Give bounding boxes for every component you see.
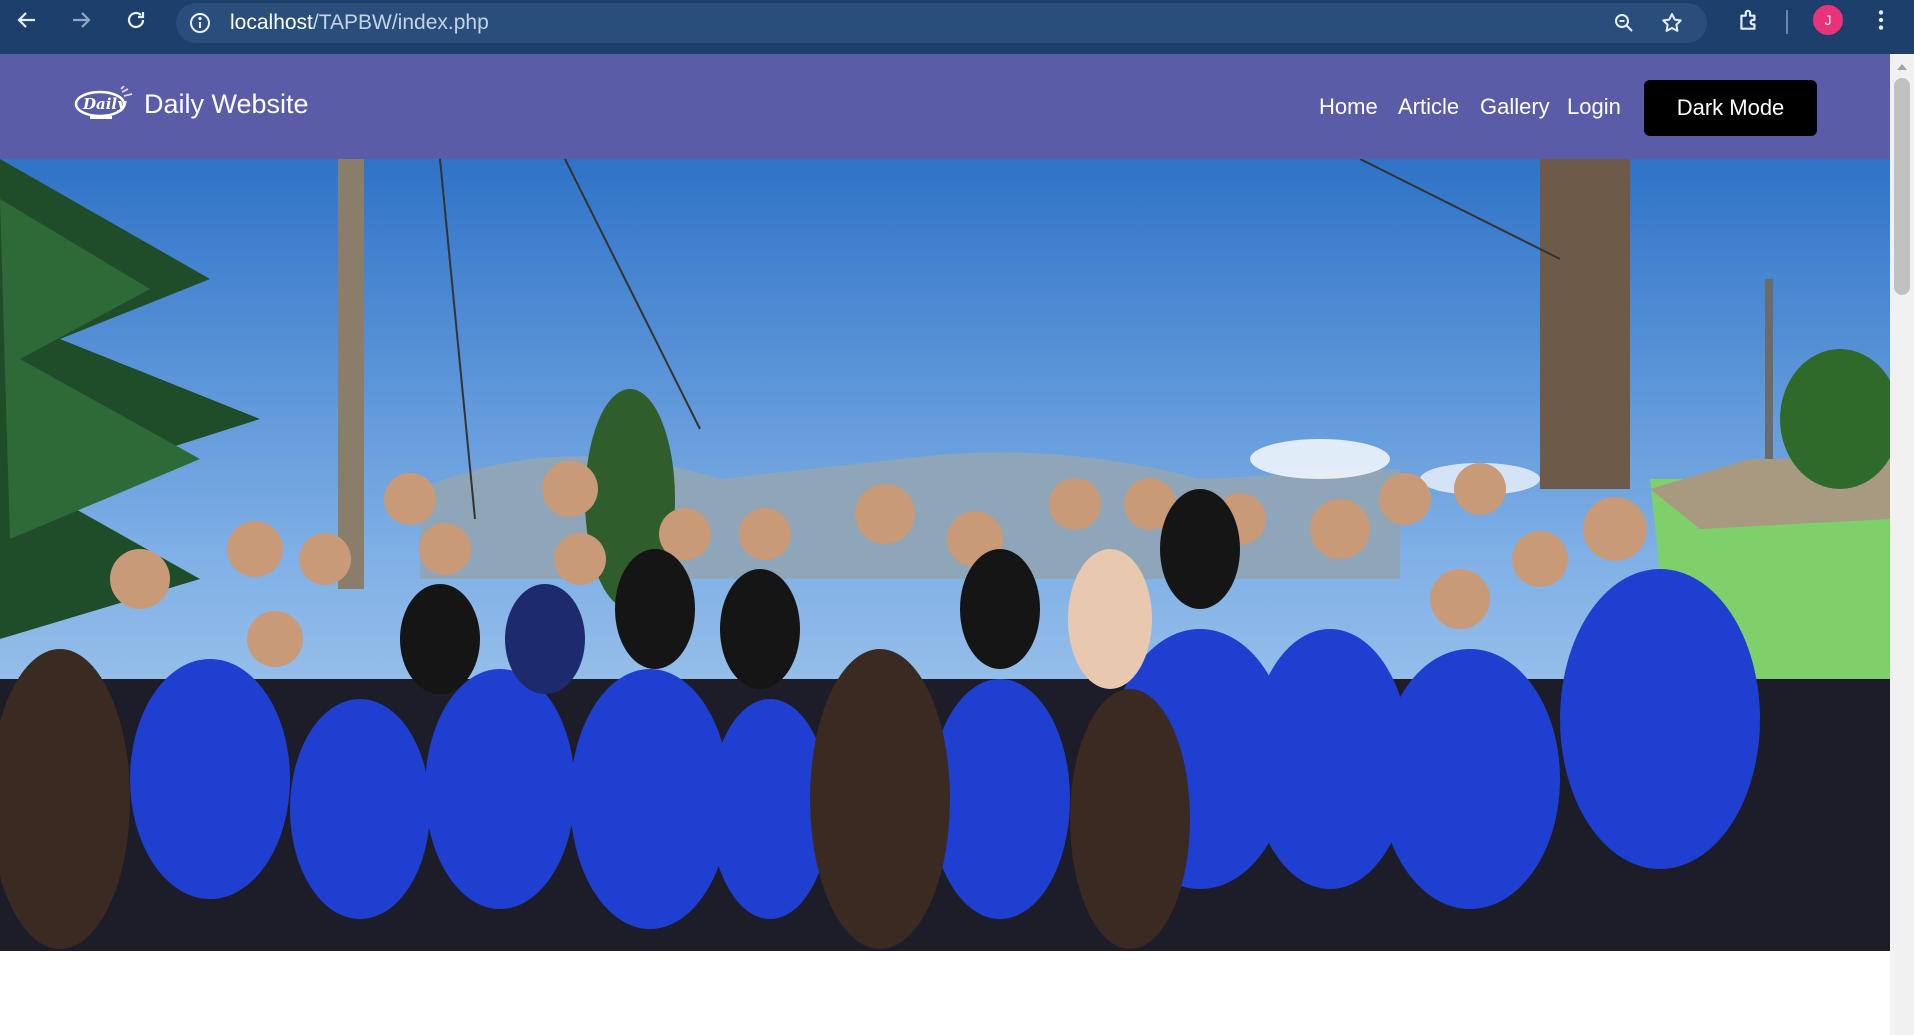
bookmark-star-icon[interactable] bbox=[1660, 11, 1684, 35]
nav-gallery-link[interactable]: Gallery bbox=[1480, 94, 1550, 120]
nav-article-link[interactable]: Article bbox=[1398, 94, 1459, 120]
address-bar[interactable]: localhost/TAPBW/index.php bbox=[176, 3, 1707, 43]
url-host: localhost bbox=[230, 11, 313, 34]
svg-text:Daily: Daily bbox=[82, 95, 127, 113]
browser-toolbar: localhost/TAPBW/index.php J bbox=[0, 0, 1914, 54]
nav-home-link[interactable]: Home bbox=[1319, 94, 1378, 120]
profile-avatar[interactable]: J bbox=[1813, 5, 1843, 35]
extensions-icon[interactable] bbox=[1736, 7, 1762, 33]
scrollbar-thumb[interactable] bbox=[1894, 78, 1910, 295]
hero-image bbox=[0, 159, 1890, 951]
forward-icon[interactable] bbox=[61, 0, 101, 40]
nav-login-link[interactable]: Login bbox=[1567, 94, 1621, 120]
profile-initial: J bbox=[1824, 12, 1832, 28]
zoom-icon[interactable] bbox=[1612, 11, 1636, 35]
group-photo bbox=[0, 159, 1890, 951]
site-navbar: Daily Daily Website Home Article Gallery… bbox=[0, 54, 1890, 159]
toolbar-divider bbox=[1786, 10, 1788, 34]
back-icon[interactable] bbox=[7, 0, 47, 40]
brand-link[interactable]: Daily Daily Website bbox=[72, 86, 309, 122]
reload-icon[interactable] bbox=[116, 0, 156, 40]
site-info-icon[interactable] bbox=[188, 11, 212, 35]
more-menu-icon[interactable] bbox=[1868, 7, 1894, 33]
url-path: /TAPBW/index.php bbox=[312, 11, 489, 34]
url-text[interactable]: localhost/TAPBW/index.php bbox=[230, 11, 489, 35]
brand-logo-icon: Daily bbox=[74, 86, 133, 119]
dark-mode-button[interactable]: Dark Mode bbox=[1644, 80, 1817, 136]
scroll-up-arrow-icon[interactable] bbox=[1897, 64, 1907, 70]
page-scrollbar[interactable] bbox=[1890, 54, 1914, 1035]
brand-name: Daily Website bbox=[144, 88, 309, 119]
